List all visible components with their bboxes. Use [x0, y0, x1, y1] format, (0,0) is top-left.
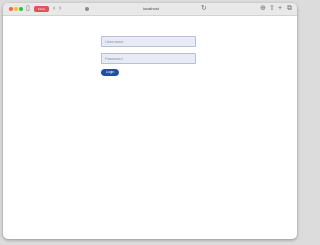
- translate-icon[interactable]: ⊕: [260, 4, 266, 14]
- plus-icon[interactable]: +: [278, 4, 282, 14]
- reload-icon[interactable]: ↻: [201, 4, 207, 14]
- back-arrow-icon[interactable]: ‹: [53, 4, 55, 14]
- forward-arrow-icon[interactable]: ›: [59, 4, 61, 14]
- maximize-window-icon[interactable]: [19, 7, 23, 11]
- browser-toolbar: ▯ Inbox ‹ › localhost ↻ ⊕ ⇧ + ⧉: [3, 3, 297, 16]
- minimize-window-icon[interactable]: [14, 7, 18, 11]
- login-button[interactable]: Login: [101, 69, 119, 76]
- tab-inbox[interactable]: Inbox: [34, 6, 49, 12]
- password-input[interactable]: [101, 53, 196, 64]
- tab-overview-icon[interactable]: ⧉: [287, 4, 292, 14]
- browser-window: ▯ Inbox ‹ › localhost ↻ ⊕ ⇧ + ⧉ Login: [3, 3, 297, 239]
- username-input[interactable]: [101, 36, 196, 47]
- share-icon[interactable]: ⇧: [269, 4, 275, 14]
- address-bar[interactable]: localhost: [131, 6, 171, 12]
- close-window-icon[interactable]: [9, 7, 13, 11]
- sidebar-icon[interactable]: ▯: [26, 4, 30, 14]
- privacy-shield-icon[interactable]: [85, 7, 89, 11]
